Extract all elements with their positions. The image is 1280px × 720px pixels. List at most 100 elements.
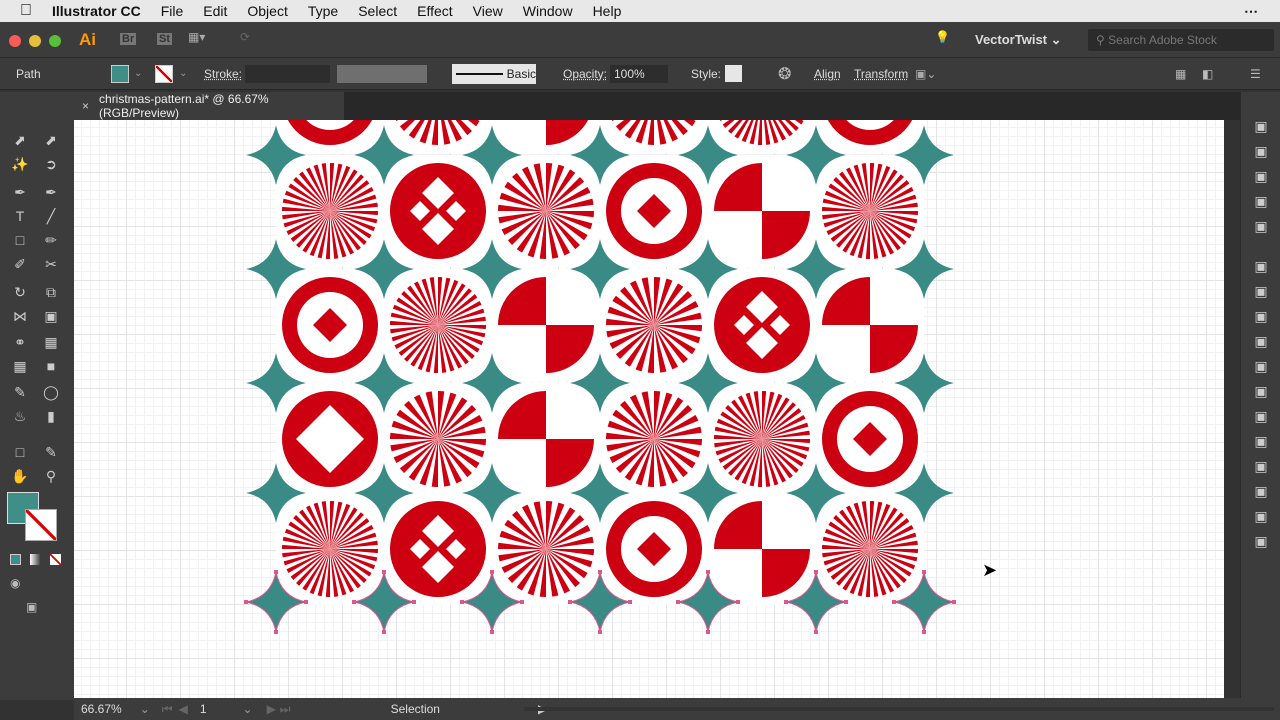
brush-definition-dropdown[interactable]: Basic xyxy=(452,64,536,84)
none-mode-icon[interactable] xyxy=(50,554,61,565)
apple-icon[interactable]:  xyxy=(0,2,42,20)
slice-tool-icon[interactable]: ✎ xyxy=(41,444,61,461)
symbols-panel-icon[interactable]: ▣ xyxy=(1251,218,1271,235)
menu-file[interactable]: File xyxy=(151,3,194,19)
stroke-panel-icon[interactable]: ▣ xyxy=(1251,258,1271,275)
mesh-tool-icon[interactable]: ▦ xyxy=(10,358,30,375)
zoom-tool-icon[interactable]: ⚲ xyxy=(41,468,61,485)
stock-search-input[interactable]: ⚲ Search Adobe Stock xyxy=(1088,29,1274,51)
menu-type[interactable]: Type xyxy=(298,3,348,19)
paintbrush-tool-icon[interactable]: ✏ xyxy=(41,232,61,249)
stroke-swatch[interactable] xyxy=(155,64,173,83)
menu-window[interactable]: Window xyxy=(513,3,583,19)
scale-tool-icon[interactable]: ⧉ xyxy=(41,284,61,301)
transform-link[interactable]: Transform xyxy=(854,67,908,81)
transform-panel-icon[interactable]: ▣ xyxy=(1251,483,1271,500)
workspace-switcher[interactable]: VectorTwist ⌄ xyxy=(975,32,1062,48)
color-guide-panel-icon[interactable]: ▣ xyxy=(1251,383,1271,400)
cc-libraries-panel-icon[interactable]: ▣ xyxy=(1251,168,1271,185)
menu-app[interactable]: Illustrator CC xyxy=(42,3,151,19)
pathfinder-panel-icon[interactable]: ▣ xyxy=(1251,458,1271,475)
menu-select[interactable]: Select xyxy=(348,3,407,19)
draw-mode-icon[interactable]: ◉ xyxy=(10,576,20,590)
stock-button[interactable]: St xyxy=(157,33,172,45)
arrange-icon[interactable]: ▦ xyxy=(1175,67,1186,81)
menu-help[interactable]: Help xyxy=(583,3,632,19)
stroke-weight-input[interactable] xyxy=(245,65,330,83)
rotate-tool-icon[interactable]: ↻ xyxy=(10,284,30,301)
width-tool-icon[interactable]: ⋈ xyxy=(10,308,30,325)
prev-artboard-button[interactable]: ◀ xyxy=(179,702,188,716)
lightbulb-icon[interactable]: 💡 xyxy=(935,30,950,44)
horizontal-scrollbar[interactable] xyxy=(524,707,1274,711)
libraries-panel-icon[interactable]: ▣ xyxy=(1251,143,1271,160)
stroke-color-box[interactable] xyxy=(25,509,57,541)
pattern-artwork[interactable] xyxy=(74,120,1224,698)
zoom-level[interactable]: 66.67% xyxy=(81,702,122,716)
lasso-tool-icon[interactable]: ➲ xyxy=(41,156,61,173)
pen-tool-icon[interactable]: ✒ xyxy=(10,184,30,201)
opacity-input[interactable]: 100% xyxy=(610,65,668,83)
selection-tool-icon[interactable]: ⬈ xyxy=(10,132,30,149)
menu-view[interactable]: View xyxy=(463,3,513,19)
layers-panel-icon[interactable]: ▣ xyxy=(1251,433,1271,450)
menu-effect[interactable]: Effect xyxy=(407,3,463,19)
perspective-grid-tool-icon[interactable]: ▦ xyxy=(41,334,61,351)
transparency-panel-icon[interactable]: ▣ xyxy=(1251,308,1271,325)
artboard-number[interactable]: 1 xyxy=(200,702,207,716)
screen-mode-icon[interactable]: ▣ xyxy=(26,600,37,614)
style-swatch[interactable] xyxy=(725,65,742,82)
stroke-label[interactable]: Stroke: xyxy=(204,67,242,81)
current-tool-label[interactable]: Selection xyxy=(391,702,440,716)
rectangle-tool-icon[interactable]: □ xyxy=(10,232,30,248)
gradient-tool-icon[interactable]: ■ xyxy=(41,358,61,374)
type-tool-icon[interactable]: T xyxy=(10,208,30,224)
properties-panel-icon[interactable]: ▣ xyxy=(1251,118,1271,135)
recolor-artwork-icon[interactable]: ❂ xyxy=(778,64,791,84)
isolate-object-icon[interactable]: ▣⌄ xyxy=(915,67,936,81)
brushes-panel-icon[interactable]: ▣ xyxy=(1251,193,1271,210)
magic-wand-tool-icon[interactable]: ✨ xyxy=(10,156,30,173)
artboard-canvas[interactable]: ➤ xyxy=(74,120,1224,698)
menu-object[interactable]: Object xyxy=(237,3,297,19)
symbol-sprayer-tool-icon[interactable]: ♨ xyxy=(10,408,30,425)
free-transform-tool-icon[interactable]: ▣ xyxy=(41,308,61,325)
fill-swatch[interactable] xyxy=(111,64,129,83)
direct-selection-tool-icon[interactable]: ⬈ xyxy=(41,132,61,149)
panel-menu-icon[interactable]: ☰ xyxy=(1250,67,1261,81)
first-artboard-button[interactable]: ⏮ xyxy=(162,702,173,717)
close-tab-icon[interactable]: × xyxy=(82,99,89,113)
menu-extras-icon[interactable]: ⋯ xyxy=(1244,3,1258,20)
asset-export-panel-icon[interactable]: ▣ xyxy=(1251,533,1271,550)
column-graph-tool-icon[interactable]: ▮ xyxy=(41,408,61,425)
opacity-label[interactable]: Opacity: xyxy=(563,67,607,81)
align-link[interactable]: Align xyxy=(814,67,841,81)
close-window-button[interactable] xyxy=(9,35,21,47)
eyedropper-tool-icon[interactable]: ✎ xyxy=(10,384,30,401)
maximize-window-button[interactable] xyxy=(49,35,61,47)
shaper-tool-icon[interactable]: ✐ xyxy=(10,256,30,273)
scissors-tool-icon[interactable]: ✂ xyxy=(41,256,61,273)
shape-builder-tool-icon[interactable]: ⚭ xyxy=(10,334,30,351)
menu-edit[interactable]: Edit xyxy=(193,3,237,19)
gradient-panel-icon[interactable]: ▣ xyxy=(1251,283,1271,300)
stroke-dropdown-icon[interactable]: ⌄ xyxy=(179,68,187,79)
blend-tool-icon[interactable]: ◯ xyxy=(41,384,61,401)
fill-dropdown-icon[interactable]: ⌄ xyxy=(134,68,142,79)
color-mode-icon[interactable] xyxy=(10,554,21,565)
align-panel-icon[interactable]: ▣ xyxy=(1251,508,1271,525)
gpu-performance-icon[interactable]: ⟳ xyxy=(240,30,250,44)
artboards-panel-icon[interactable]: ▣ xyxy=(1251,408,1271,425)
line-tool-icon[interactable]: ╱ xyxy=(41,208,61,225)
appearance-panel-icon[interactable]: ▣ xyxy=(1251,333,1271,350)
hand-tool-icon[interactable]: ✋ xyxy=(10,468,30,485)
bridge-button[interactable]: Br xyxy=(120,33,137,45)
last-artboard-button[interactable]: ⏭ xyxy=(280,702,291,717)
minimize-window-button[interactable] xyxy=(29,35,41,47)
artboard-dropdown-icon[interactable]: ⌄ xyxy=(243,702,253,716)
variable-width-dropdown[interactable] xyxy=(337,65,427,83)
arrange-documents-icon[interactable]: ▦▾ xyxy=(188,30,205,44)
graphic-styles-panel-icon[interactable]: ▣ xyxy=(1251,358,1271,375)
document-tab[interactable]: × christmas-pattern.ai* @ 66.67% (RGB/Pr… xyxy=(74,92,344,120)
curvature-tool-icon[interactable]: ✒ xyxy=(41,184,61,201)
